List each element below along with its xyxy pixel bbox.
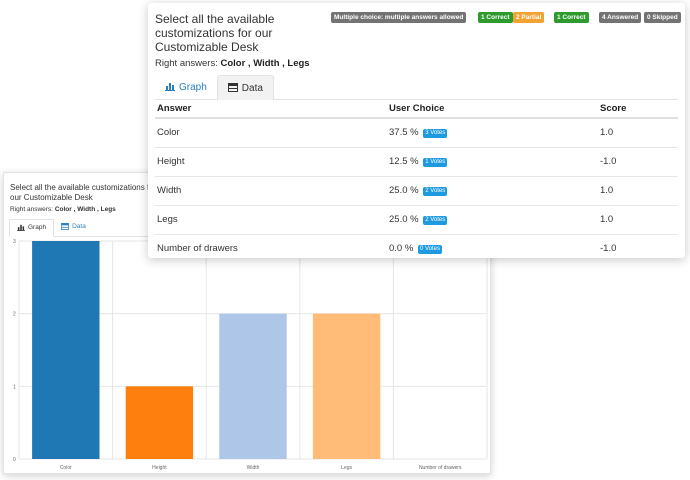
right-answers-label: Right answers: [10, 206, 53, 213]
view-tabs: Graph Data [155, 75, 678, 100]
y-tick-label: 0 [13, 457, 16, 463]
right-answers: Right answers: Color , Width , Legs [10, 206, 116, 213]
bar-height [125, 386, 194, 459]
score-cell: 1.0 [598, 205, 678, 235]
answer-cell: Legs [155, 205, 387, 235]
choice-percent: 25.0 % [389, 214, 419, 225]
tab-graph[interactable]: Graph [9, 219, 55, 237]
right-answers-label: Right answers: [155, 58, 218, 69]
votes-badge: 2 Votes [423, 187, 448, 196]
table-icon [227, 83, 238, 100]
choice-cell: 0.0 % 0 Votes [387, 234, 598, 263]
x-tick-label: Color [60, 465, 72, 471]
header-answer: Answer [155, 100, 387, 119]
choice-cell: 25.0 % 2 Votes [387, 205, 598, 235]
table-icon [61, 223, 69, 237]
bar-width [219, 313, 287, 459]
score-cell: 1.0 [598, 118, 678, 148]
x-tick-label: Height [152, 465, 167, 471]
choice-cell: 37.5 % 3 Votes [387, 118, 598, 148]
skipped-badge: 0 Skipped [644, 12, 681, 23]
header-user-choice: User Choice [387, 100, 598, 119]
tab-data[interactable]: Data [54, 219, 93, 237]
results-table: Answer User Choice Score Color 37.5 % 3 … [155, 100, 678, 263]
tab-data[interactable]: Data [216, 75, 274, 100]
choice-percent: 25.0 % [389, 185, 419, 196]
tab-data-label: Data [241, 83, 263, 94]
table-header-row: Answer User Choice Score [155, 100, 678, 119]
votes-badge: 0 Votes [417, 245, 442, 255]
table-row: Height 12.5 % 1 Votes -1.0 [155, 147, 678, 177]
score-cell: -1.0 [600, 243, 617, 255]
data-card: Select all the available customizations … [148, 3, 685, 258]
answered-badge: 4 Answered [599, 12, 642, 23]
choice-percent: 12.5 % [389, 156, 419, 167]
choice-cell: 12.5 % 1 Votes [387, 147, 598, 177]
choice-percent: 0.0 % [389, 243, 414, 255]
tab-data-label: Data [72, 223, 86, 230]
right-answers: Right answers: Color , Width , Legs [155, 58, 310, 69]
votes-badge: 1 Votes [423, 158, 448, 167]
votes-badge: 3 Votes [423, 129, 448, 139]
score-cell: 1.0 [598, 176, 678, 206]
correct-badge: 1 Correct [478, 12, 513, 23]
choice-cell: 25.0 % 2 Votes [387, 176, 598, 206]
answer-cell: Height [155, 147, 387, 177]
table-row: Color 37.5 % 3 Votes 1.0 [155, 118, 678, 148]
bar-chart-svg: 0 1 2 3 Color Height Width Legs Number of drawer… [13, 239, 488, 471]
bar-chart: 0 1 2 3 Color Height Width Legs Number of drawer… [9, 237, 489, 473]
correct-badge-2: 1 Correct [554, 12, 589, 23]
choice-percent: 37.5 % [389, 127, 419, 139]
bar-color [32, 241, 100, 459]
y-tick-label: 1 [13, 384, 16, 390]
votes-badge: 2 Votes [423, 216, 448, 225]
table-row: Legs 25.0 % 2 Votes 1.0 [155, 205, 678, 235]
table-row: Number of drawers 0.0 % 0 Votes -1.0 [155, 234, 678, 263]
x-tick-label: Width [247, 465, 260, 471]
y-tick-label: 2 [13, 312, 16, 318]
x-tick-label: Number of drawers [419, 465, 462, 471]
question-title: Select all the available customizations … [10, 183, 157, 202]
tab-graph-label: Graph [28, 224, 47, 231]
tab-graph[interactable]: Graph [155, 75, 217, 100]
answer-cell: Color [155, 118, 387, 148]
score-cell: -1.0 [598, 147, 678, 177]
bar-chart-icon [165, 82, 175, 100]
stats-badges: Multiple choice: multiple answers allowe… [331, 12, 681, 24]
tab-graph-label: Graph [179, 82, 207, 93]
x-tick-label: Legs [341, 465, 352, 471]
y-tick-label: 3 [13, 239, 16, 245]
partial-badge: 2 Partial [513, 12, 545, 23]
right-answers-value: Color , Width , Legs [220, 58, 310, 69]
question-type-badge: Multiple choice: multiple answers allowe… [331, 12, 467, 23]
answer-cell: Number of drawers [157, 243, 238, 255]
bar-legs [312, 313, 381, 459]
header-score: Score [598, 100, 678, 119]
table-row: Width 25.0 % 2 Votes 1.0 [155, 176, 678, 206]
question-title: Select all the available customizations … [155, 12, 275, 54]
bar-chart-icon [17, 224, 25, 236]
right-answers-value: Color , Width , Legs [54, 206, 116, 213]
answer-cell: Width [155, 176, 387, 206]
